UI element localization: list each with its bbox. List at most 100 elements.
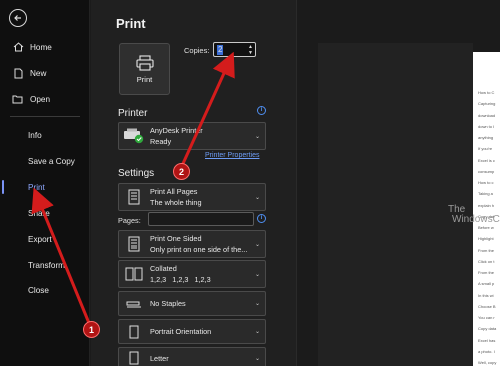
nav-save-a-copy[interactable]: Save a Copy — [0, 151, 90, 171]
printer-heading: Printer — [118, 108, 148, 119]
preview-text-line: How to C — [478, 90, 495, 95]
print-range-label: Print All Pages — [150, 187, 198, 196]
preview-text-line: A small p — [478, 281, 495, 287]
pages-label: Pages: — [118, 216, 141, 225]
preview-text-line: down to I — [478, 123, 495, 129]
sides-sub: Only print on one side of the... — [150, 245, 248, 254]
preview-text-line: Choose B — [478, 303, 496, 309]
nav-transform-label: Transform — [28, 260, 65, 270]
copies-input[interactable]: 2 ▲ ▼ — [213, 42, 256, 57]
annotation-badge-1: 1 — [83, 321, 100, 338]
collated-icon — [121, 267, 147, 281]
copies-spinner[interactable]: ▲ ▼ — [248, 44, 253, 56]
chevron-down-icon: ⌄ — [255, 301, 261, 307]
preview-text-line: Click on t — [478, 258, 495, 264]
collation-seq: 1,2,3 — [194, 275, 211, 284]
nav-home-label: Home — [30, 42, 52, 52]
document-pages-icon — [121, 189, 147, 205]
print-range-select[interactable]: Print All Pages The whole thing ⌄ — [118, 183, 266, 211]
preview-text-line: Before w — [478, 225, 494, 231]
staple-label: No Staples — [150, 299, 186, 308]
watermark-line2: WindowsClub — [452, 214, 500, 225]
nav-new[interactable]: New — [0, 63, 90, 83]
preview-text-line: Excel is c — [478, 157, 495, 163]
preview-text-line: consump — [478, 168, 495, 174]
chevron-down-icon: ⌄ — [255, 194, 261, 201]
print-button[interactable]: Print — [119, 43, 170, 95]
nav-divider — [10, 116, 80, 117]
preview-text-line: anything — [478, 135, 494, 140]
chevron-down-icon: ⌄ — [255, 355, 261, 362]
collation-label: Collated — [150, 264, 177, 273]
nav-export-label: Export — [28, 234, 52, 244]
folder-open-icon — [11, 93, 25, 105]
backstage-nav: Home New Open Info Save a Copy Print Sha… — [0, 0, 90, 366]
collation-select[interactable]: Collated 1,2,3 1,2,3 1,2,3 ⌄ — [118, 260, 266, 288]
paper-size-label: Letter — [150, 353, 169, 363]
printer-status: Ready — [150, 137, 172, 146]
orientation-select[interactable]: Portrait Orientation ⌄ — [118, 319, 266, 344]
chevron-down-icon: ⌄ — [255, 241, 261, 248]
preview-text-line: Highlight — [478, 236, 494, 242]
nav-save-a-copy-label: Save a Copy — [28, 156, 75, 166]
preview-text-line: Copy data — [478, 326, 497, 332]
preview-text-line: a photo. I — [478, 348, 495, 354]
one-sided-icon — [121, 236, 147, 252]
preview-text-line: Taking a — [478, 191, 493, 197]
annotation-badge-2: 2 — [173, 163, 190, 180]
sides-label: Print One Sided — [150, 234, 202, 243]
printer-select[interactable]: AnyDesk Printer Ready ⌄ — [118, 122, 266, 150]
spin-down-icon[interactable]: ▼ — [248, 50, 253, 56]
preview-text-line: download — [478, 112, 496, 118]
printer-properties-link[interactable]: Printer Properties — [205, 152, 259, 159]
preview-text-line: You can r — [478, 315, 495, 321]
orientation-label: Portrait Orientation — [150, 327, 212, 336]
chevron-down-icon: ⌄ — [255, 271, 261, 278]
new-document-icon — [11, 67, 25, 79]
print-range-sub: The whole thing — [150, 198, 202, 207]
nav-home[interactable]: Home — [0, 37, 90, 57]
printer-info-icon[interactable]: i — [257, 106, 266, 115]
copies-value: 2 — [217, 44, 224, 55]
nav-close-label: Close — [28, 285, 49, 295]
sides-select[interactable]: Print One Sided Only print on one side o… — [118, 230, 266, 258]
collation-seq: 1,2,3 — [172, 275, 189, 284]
nav-print-label: Print — [28, 182, 45, 192]
preview-text-line: Capturing — [478, 101, 496, 107]
preview-text-line: Excel has — [478, 337, 496, 343]
pages-info-icon[interactable]: i — [257, 214, 266, 223]
nav-print[interactable]: Print — [0, 177, 90, 197]
preview-text-line: Well, copy — [478, 360, 497, 366]
preview-text-line: How to c — [478, 180, 494, 185]
nav-open[interactable]: Open — [0, 89, 90, 109]
print-button-label: Print — [136, 74, 153, 84]
nav-close[interactable]: Close — [0, 280, 90, 300]
preview-text-line: From the — [478, 247, 495, 253]
collation-seq: 1,2,3 — [150, 275, 167, 284]
page-title: Print — [116, 16, 146, 31]
nav-share[interactable]: Share — [0, 203, 90, 223]
nav-info-label: Info — [28, 130, 42, 140]
nav-export[interactable]: Export — [0, 229, 90, 249]
settings-heading: Settings — [118, 168, 155, 179]
chevron-down-icon: ⌄ — [255, 133, 261, 140]
printer-icon — [135, 54, 154, 71]
staple-icon — [121, 298, 147, 310]
back-arrow-icon — [14, 15, 21, 21]
chevron-down-icon: ⌄ — [255, 329, 261, 335]
staple-select[interactable]: No Staples ⌄ — [118, 291, 266, 316]
watermark: The WindowsClub — [448, 205, 500, 225]
printer-name: AnyDesk Printer — [150, 126, 203, 135]
nav-new-label: New — [30, 68, 47, 78]
preview-text-line: In this wi — [478, 292, 494, 298]
nav-info[interactable]: Info — [0, 125, 90, 145]
nav-share-label: Share — [28, 208, 50, 218]
copies-label: Copies: — [184, 46, 210, 55]
preview-text-line: From the — [478, 270, 495, 276]
printer-status-icon — [121, 128, 147, 144]
nav-open-label: Open — [30, 94, 51, 104]
pages-input[interactable] — [148, 212, 254, 226]
paper-size-select[interactable]: Letter ⌄ — [118, 347, 266, 366]
nav-transform[interactable]: Transform — [0, 255, 90, 275]
back-button[interactable] — [9, 9, 27, 27]
